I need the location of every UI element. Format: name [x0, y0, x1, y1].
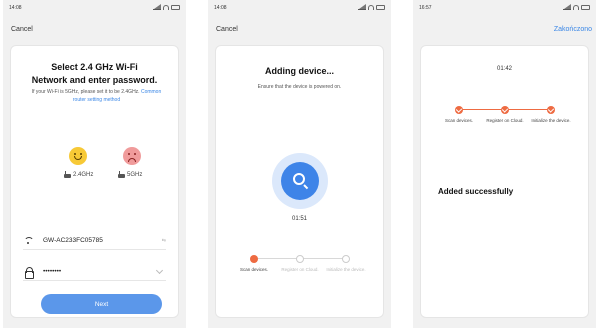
happy-face-icon [69, 147, 87, 165]
lock-icon [23, 266, 35, 279]
switch-network-icon[interactable]: ⇆ [162, 238, 166, 244]
next-button[interactable]: Next [41, 294, 162, 314]
cancel-button[interactable]: Cancel [11, 26, 33, 33]
status-bar: 14:08 [3, 3, 186, 13]
router-icon [64, 171, 71, 178]
page-subtitle: If your Wi-Fi is 5GHz, please set it to … [25, 88, 168, 104]
status-time: 14:08 [214, 5, 227, 11]
router-icon [118, 171, 125, 178]
step-dot [342, 255, 350, 263]
scanning-indicator [272, 153, 328, 209]
ssid-value: GW-AC233FC05785 [43, 237, 103, 244]
password-field[interactable]: •••••••• [23, 263, 166, 281]
ssid-field[interactable]: GW-AC233FC05785 ⇆ [23, 232, 166, 250]
progress-steps: Scan devices. Register on Cloud. Initial… [421, 106, 588, 146]
wifi-form-card: Select 2.4 GHz Wi-Fi Network and enter p… [10, 45, 179, 318]
success-message: Added successfully [438, 187, 514, 196]
title-line-1: Select 2.4 GHz Wi-Fi [51, 62, 138, 72]
band-good-label: 2.4GHz [73, 172, 94, 178]
wifi-setup-screen: 14:08 Cancel Select 2.4 GHz Wi-Fi Networ… [3, 0, 186, 328]
status-icons [358, 4, 385, 10]
step-label: Register on Cloud. [486, 118, 524, 123]
step-label: Initialize the device. [531, 118, 571, 123]
battery-icon [171, 4, 180, 10]
step-dot [250, 255, 258, 263]
wifi-icon [23, 236, 35, 246]
band-bad-label: 5GHz [127, 172, 143, 178]
page-title: Adding device... [264, 66, 334, 76]
step-label: Register on Cloud. [281, 267, 319, 272]
result-card: 01:42 Scan devices. Register on Cloud. I… [420, 45, 589, 318]
step-label: Scan devices. [444, 118, 473, 123]
battery-icon [581, 4, 590, 10]
wifi-status-icon [573, 4, 579, 10]
progress-steps: Scan devices. Register on Cloud. Initial… [216, 255, 383, 295]
progress-card: Adding device... Ensure that the device … [215, 45, 384, 318]
step-dot [296, 255, 304, 263]
added-success-screen: 16:57 Zakończono 01:42 Scan devices. Reg… [413, 0, 596, 328]
search-icon [293, 173, 305, 185]
battery-icon [376, 4, 385, 10]
sad-face-icon [123, 147, 141, 165]
status-icons [563, 4, 590, 10]
check-icon [547, 106, 555, 114]
status-time: 14:08 [9, 5, 22, 11]
wifi-status-icon [368, 4, 374, 10]
status-bar: 16:57 [413, 3, 596, 13]
top-bar: Cancel [208, 24, 391, 36]
step-label: Scan devices. [239, 267, 268, 272]
signal-icon [563, 4, 571, 10]
countdown-timer: 01:42 [496, 66, 512, 72]
page-title: Select 2.4 GHz Wi-Fi Network and enter p… [11, 61, 178, 87]
status-time: 16:57 [419, 5, 432, 11]
step-register: Register on Cloud. [480, 106, 530, 124]
band-2-4ghz: 2.4GHz [64, 171, 94, 178]
step-label: Initialize the device. [326, 267, 366, 272]
step-initialize: Initialize the device. [526, 106, 576, 124]
top-bar: Cancel [3, 24, 186, 36]
subtitle-text: If your Wi-Fi is 5GHz, please set it to … [31, 89, 140, 95]
done-button[interactable]: Zakończono [554, 26, 592, 33]
wifi-status-icon [163, 4, 169, 10]
title-line-2: Network and enter password. [31, 75, 158, 85]
password-value: •••••••• [43, 268, 62, 275]
status-icons [153, 4, 180, 10]
band-5ghz: 5GHz [118, 171, 143, 178]
cancel-button[interactable]: Cancel [216, 26, 238, 33]
signal-icon [153, 4, 161, 10]
page-subtitle: Ensure that the device is powered on. [257, 84, 342, 90]
check-icon [455, 106, 463, 114]
step-scan: Scan devices. [434, 106, 484, 124]
countdown-timer: 01:51 [291, 216, 307, 222]
chevron-down-icon[interactable] [155, 266, 164, 274]
step-scan: Scan devices. [229, 255, 279, 273]
step-register: Register on Cloud. [275, 255, 325, 273]
check-icon [501, 106, 509, 114]
adding-device-screen: 14:08 Cancel Adding device... Ensure tha… [208, 0, 391, 328]
signal-icon [358, 4, 366, 10]
status-bar: 14:08 [208, 3, 391, 13]
step-initialize: Initialize the device. [321, 255, 371, 273]
top-bar: Zakończono [413, 24, 596, 36]
